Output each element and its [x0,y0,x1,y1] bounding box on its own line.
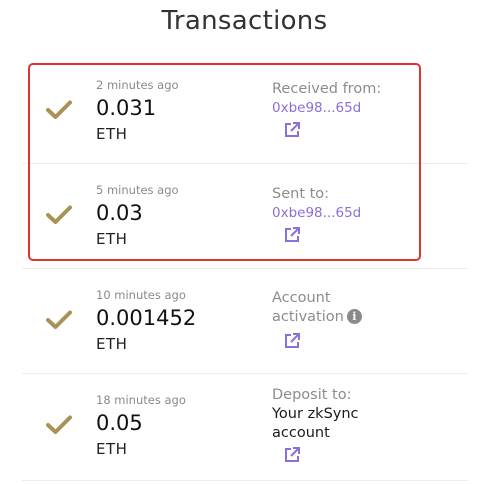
transaction-address-link[interactable]: 0xbe98...65d [272,100,361,116]
transaction-detail-line2: account [272,425,330,441]
transaction-label: Deposit to: [272,387,352,403]
info-icon[interactable]: i [346,309,362,324]
check-icon [46,310,72,329]
transaction-label-line1: Account [272,290,331,306]
transaction-token: ETH [96,125,128,143]
transaction-amount: 0.001452 [96,306,197,330]
transaction-time: 2 minutes ago [96,78,179,92]
transaction-row: 18 minutes ago 0.05 ETH Deposit to: Your… [22,375,468,481]
transaction-row: 5 minutes ago 0.03 ETH Sent to: 0xbe98..… [22,165,468,269]
transaction-row: 2 minutes ago 0.031 ETH Received from: 0… [22,60,468,164]
transaction-token: ETH [96,440,128,458]
page-title: Transactions [161,6,328,36]
check-icon [46,100,72,119]
transaction-label: Sent to: [272,186,330,202]
transaction-row: 10 minutes ago 0.001452 ETH Account acti… [22,270,468,374]
transaction-amount: 0.031 [96,96,157,120]
transaction-amount: 0.05 [96,411,143,435]
transaction-label: Received from: [272,81,382,97]
transaction-time: 18 minutes ago [96,393,186,407]
transaction-amount: 0.03 [96,201,143,225]
transaction-label-line2: activation i [272,308,362,327]
transaction-detail-line1: Your zkSync [272,406,359,422]
transaction-time: 5 minutes ago [96,183,179,197]
transaction-token: ETH [96,335,128,353]
external-link-icon[interactable] [283,226,301,244]
external-link-icon[interactable] [283,332,301,350]
transaction-token: ETH [96,230,128,248]
external-link-icon[interactable] [283,446,301,464]
transaction-time: 10 minutes ago [96,288,186,302]
transaction-address-link[interactable]: 0xbe98...65d [272,205,361,221]
transactions-page: Transactions 2 minutes ago 0.031 ETH Rec… [0,0,489,484]
check-icon [46,415,72,434]
transaction-label-text: activation [272,309,344,325]
check-icon [46,205,72,224]
external-link-icon[interactable] [283,121,301,139]
